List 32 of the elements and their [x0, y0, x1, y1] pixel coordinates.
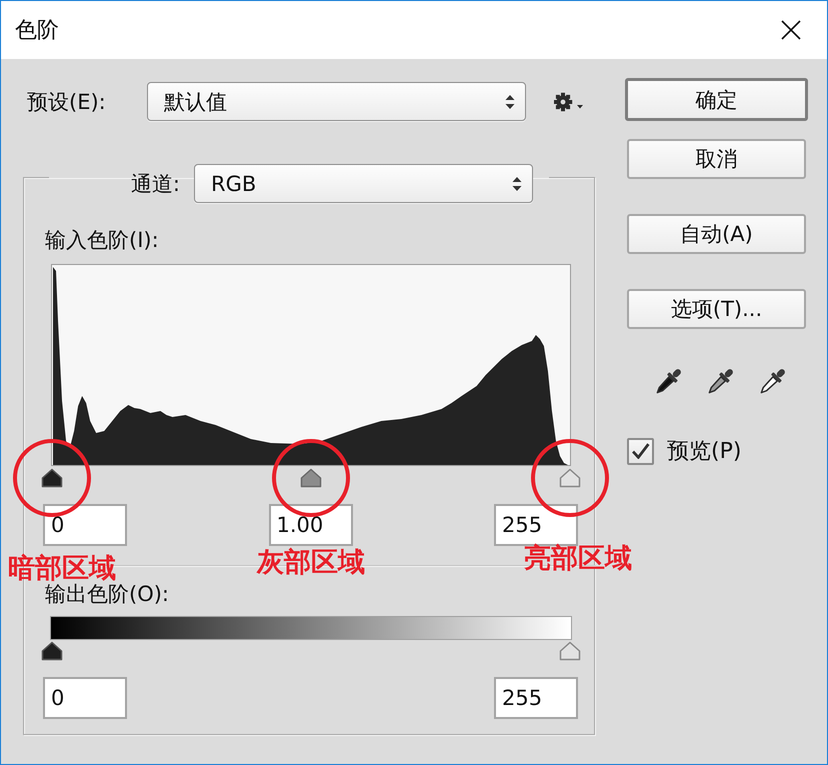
- slider-handle[interactable]: [41, 641, 63, 661]
- window-title: 色阶: [15, 17, 59, 45]
- output-levels-label: 输出色阶(O):: [45, 582, 169, 607]
- output-levels-slider[interactable]: [41, 616, 581, 661]
- close-icon[interactable]: [781, 20, 801, 40]
- dialog-button[interactable]: 取消: [627, 139, 806, 179]
- dialog-button[interactable]: 确定: [625, 78, 808, 121]
- checkmark-icon: [632, 443, 650, 459]
- dialog-button[interactable]: 自动(A): [627, 214, 806, 254]
- annotation-label: 亮部区域: [524, 544, 632, 574]
- slider-handle[interactable]: [559, 641, 581, 661]
- channel-dropdown[interactable]: RGB: [194, 164, 533, 203]
- preview-checkbox[interactable]: [627, 438, 654, 464]
- gear-menu-icon[interactable]: [554, 92, 584, 112]
- input-field[interactable]: 255: [494, 677, 578, 719]
- preview-label[interactable]: 预览(P): [667, 436, 742, 466]
- annotation-label: 暗部区域: [8, 554, 116, 584]
- input-field[interactable]: 0: [43, 504, 127, 546]
- preset-label: 预设(E):: [26, 88, 107, 116]
- slider-handle[interactable]: [300, 468, 322, 488]
- slider-handle[interactable]: [41, 468, 63, 488]
- up-down-arrows-icon: [512, 176, 522, 192]
- slider-handle[interactable]: [559, 468, 581, 488]
- dialog-button[interactable]: 选项(T)...: [627, 289, 806, 329]
- input-field[interactable]: 1.00: [268, 504, 352, 546]
- input-field[interactable]: 0: [43, 677, 127, 719]
- up-down-arrows-icon: [505, 94, 515, 110]
- annotation-label: 灰部区域: [257, 548, 365, 578]
- input-levels-label: 输入色阶(I):: [45, 227, 159, 253]
- channel-label: 通道:: [130, 170, 180, 198]
- input-levels-slider[interactable]: [41, 466, 581, 490]
- preset-dropdown[interactable]: 默认值: [147, 82, 526, 121]
